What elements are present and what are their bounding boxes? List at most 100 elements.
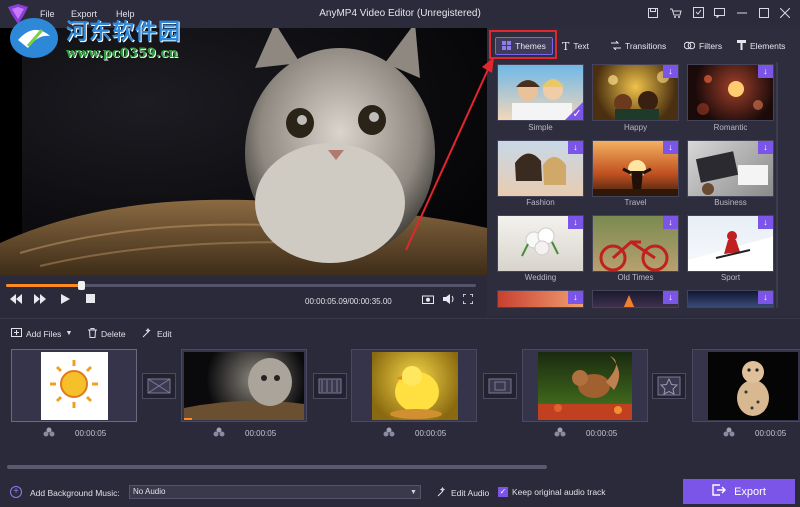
add-files-label: Add Files: [26, 328, 62, 339]
theme-happy-thumb[interactable]: ↓: [592, 64, 679, 121]
theme-row4-thumb-1[interactable]: ↓: [497, 290, 584, 308]
theme-business-thumb[interactable]: ↓: [687, 140, 774, 197]
theme-row4-thumb-2[interactable]: ↓: [592, 290, 679, 308]
download-icon[interactable]: ↓: [758, 141, 773, 154]
clip-audio-icon[interactable]: [43, 427, 55, 437]
transition-slot[interactable]: [313, 373, 347, 399]
clip-audio-icon[interactable]: [723, 427, 735, 437]
theme-simple-thumb[interactable]: ✓: [497, 64, 584, 121]
add-file-icon: [11, 328, 22, 339]
close-icon[interactable]: [776, 5, 794, 23]
tab-text[interactable]: T Text: [562, 38, 589, 54]
register-icon[interactable]: [689, 5, 707, 23]
clip-duration: 00:00:05: [755, 429, 787, 438]
timeline-clip[interactable]: [351, 349, 477, 422]
stop-icon[interactable]: [83, 294, 97, 308]
watermark-url: www.pc0359.cn: [66, 46, 178, 61]
rewind-icon[interactable]: [9, 294, 23, 308]
chevron-down-icon[interactable]: ▼: [410, 489, 417, 496]
theme-sport-thumb[interactable]: ↓: [687, 215, 774, 272]
tab-transitions[interactable]: Transitions: [611, 38, 666, 54]
forward-icon[interactable]: [33, 294, 47, 308]
tab-filters[interactable]: Filters: [683, 38, 723, 54]
theme-happy-label: Happy: [623, 123, 648, 132]
clip-duration: 00:00:05: [75, 429, 107, 438]
theme-fashion-thumb[interactable]: ↓: [497, 140, 584, 197]
keep-original-audio-checkbox[interactable]: ✓ Keep original audio track: [498, 487, 606, 497]
tab-transitions-label: Transitions: [625, 41, 667, 51]
add-background-music-label: Add Background Music:: [30, 488, 120, 498]
theme-sport-label: Sport: [720, 273, 741, 282]
download-icon[interactable]: ↓: [758, 216, 773, 229]
timeline-clip[interactable]: [181, 349, 307, 422]
theme-wedding-thumb[interactable]: ↓: [497, 215, 584, 272]
volume-icon[interactable]: [442, 294, 456, 308]
background-music-value: No Audio: [133, 487, 166, 496]
delete-button[interactable]: Delete: [88, 328, 126, 340]
clip-audio-icon[interactable]: [554, 427, 566, 437]
export-button[interactable]: Export: [683, 479, 795, 504]
timeline-clip[interactable]: [11, 349, 137, 422]
add-files-button[interactable]: Add Files ▼: [11, 328, 72, 339]
download-icon[interactable]: ↓: [758, 65, 773, 78]
transition-slot[interactable]: [142, 373, 176, 399]
edit-button[interactable]: Edit: [142, 327, 172, 340]
delete-label: Delete: [101, 329, 126, 339]
download-icon[interactable]: ↓: [568, 291, 583, 304]
clip-audio-icon[interactable]: [213, 427, 225, 437]
clip-sun-drawing-thumb: [41, 352, 108, 420]
theme-fashion-label: Fashion: [526, 198, 555, 207]
trash-icon: [88, 328, 97, 340]
timeline-toolbar: Add Files ▼ Delete Edit: [0, 318, 800, 344]
transition-slot[interactable]: [483, 373, 517, 399]
download-icon[interactable]: ↓: [568, 141, 583, 154]
themes-scrollbar[interactable]: [776, 62, 778, 308]
tab-elements[interactable]: Elements: [737, 38, 785, 54]
download-icon[interactable]: ↓: [758, 291, 773, 304]
theme-old-times-thumb[interactable]: ↓: [592, 215, 679, 272]
clip-duration: 00:00:05: [245, 429, 277, 438]
watermark-logo-icon: [10, 18, 58, 58]
download-icon[interactable]: ↓: [663, 65, 678, 78]
playback-progress-handle[interactable]: [78, 281, 86, 290]
edit-label: Edit: [157, 329, 172, 339]
theme-wedding-label: Wedding: [524, 273, 557, 282]
tab-elements-label: Elements: [750, 41, 786, 51]
add-music-plus-icon[interactable]: +: [10, 486, 22, 498]
snapshot-icon[interactable]: [421, 294, 435, 308]
edit-audio-label: Edit Audio: [451, 488, 490, 498]
play-icon[interactable]: [58, 294, 72, 308]
keep-original-audio-label: Keep original audio track: [512, 487, 606, 497]
background-music-select[interactable]: No Audio: [129, 485, 421, 499]
edit-wand-icon: [142, 327, 153, 340]
timeline-scrollbar[interactable]: [7, 465, 547, 469]
transition-slot[interactable]: [652, 373, 686, 399]
download-icon[interactable]: ↓: [568, 216, 583, 229]
theme-romantic-thumb[interactable]: ↓: [687, 64, 774, 121]
playback-progress-fill: [6, 284, 82, 287]
theme-row4-thumb-3[interactable]: ↓: [687, 290, 774, 308]
fullscreen-icon[interactable]: [461, 293, 475, 308]
download-icon[interactable]: ↓: [663, 291, 678, 304]
minimize-icon[interactable]: [733, 5, 751, 23]
edit-wand-icon: [437, 486, 447, 499]
clip-kitten-thumb: [184, 352, 304, 420]
maximize-icon[interactable]: [755, 5, 773, 23]
annotation-arrow: [405, 57, 494, 251]
timeline-clip[interactable]: [522, 349, 648, 422]
playback-progress-bar[interactable]: [6, 284, 476, 287]
timeline-clip[interactable]: [692, 349, 800, 422]
clip-audio-icon[interactable]: [383, 427, 395, 437]
transitions-icon: [611, 40, 621, 52]
cart-icon[interactable]: [667, 5, 685, 23]
download-icon[interactable]: ↓: [663, 216, 678, 229]
edit-audio-button[interactable]: Edit Audio: [437, 486, 490, 499]
feedback-icon[interactable]: [710, 5, 728, 23]
tab-filters-label: Filters: [699, 41, 723, 51]
export-label: Export: [734, 485, 766, 498]
download-icon[interactable]: ↓: [663, 141, 678, 154]
theme-travel-thumb[interactable]: ↓: [592, 140, 679, 197]
theme-travel-label: Travel: [624, 198, 647, 207]
save-icon[interactable]: [644, 5, 662, 23]
theme-simple-label: Simple: [528, 123, 553, 132]
